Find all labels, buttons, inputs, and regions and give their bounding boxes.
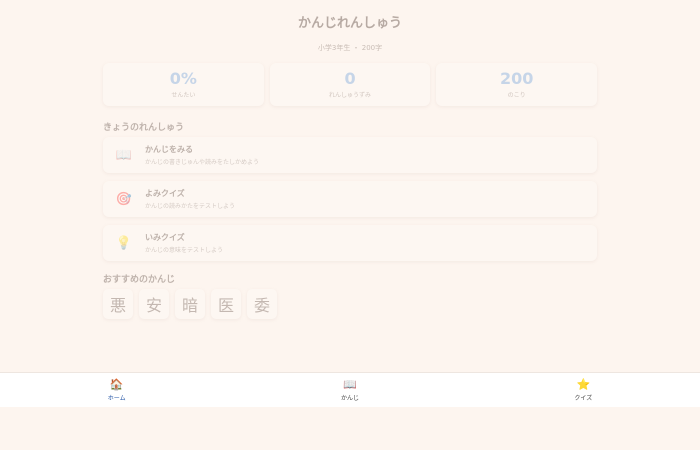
bottom-nav: 🏠 ホーム 📖 かんじ ⭐ クイズ	[0, 372, 700, 407]
stat-card-progress: 0% せんたい	[103, 63, 264, 106]
kanji-tile[interactable]: 医	[211, 289, 241, 319]
nav-label: かんじ	[340, 394, 359, 402]
kanji-tile[interactable]: 悪	[103, 289, 133, 319]
section-title-recommended: おすすめのかんじ	[103, 275, 176, 285]
menu-item-meaning-quiz[interactable]: 💡 いみクイズ かんじの意味をテストしよう	[103, 225, 597, 261]
practice-menu: 📖 かんじをみる かんじの書きじゅんや読みをたしかめよう 🎯 よみクイズ かんじ…	[103, 137, 597, 261]
stat-value: 200	[499, 69, 534, 88]
stat-card-practiced: 0 れんしゅうずみ	[269, 63, 431, 106]
nav-label: ホーム	[107, 394, 126, 402]
recommended-kanji-list: 悪 安 暗 医 委	[103, 289, 277, 319]
stat-label: れんしゅうずみ	[329, 92, 372, 99]
stats-row: 0% せんたい 0 れんしゅうずみ 200 のこり	[103, 63, 598, 106]
menu-item-desc: かんじの意味をテストしよう	[145, 247, 224, 254]
menu-item-title: かんじをみる	[145, 145, 193, 154]
section-title-practice: きょうのれんしゅう	[103, 123, 185, 133]
stat-value: 0	[344, 69, 356, 88]
nav-home[interactable]: 🏠 ホーム	[0, 373, 233, 407]
stat-value: 0%	[169, 69, 197, 88]
menu-item-desc: かんじの書きじゅんや読みをたしかめよう	[145, 159, 260, 166]
nav-quiz[interactable]: ⭐ クイズ	[467, 373, 700, 407]
menu-item-title: よみクイズ	[145, 189, 185, 198]
menu-item-desc: かんじの読みかたをテストしよう	[145, 203, 236, 210]
kanji-tile[interactable]: 委	[247, 289, 277, 319]
kanji-tile[interactable]: 暗	[175, 289, 205, 319]
house-icon: 🏠	[109, 377, 124, 391]
kanji-tile[interactable]: 安	[139, 289, 169, 319]
lightbulb-icon: 💡	[115, 235, 133, 251]
target-icon: 🎯	[115, 191, 133, 207]
stat-label: のこり	[507, 92, 526, 99]
menu-item-reading-quiz[interactable]: 🎯 よみクイズ かんじの読みかたをテストしよう	[103, 181, 597, 217]
star-icon: ⭐	[576, 377, 591, 391]
stat-label: せんたい	[171, 92, 196, 99]
menu-item-view-kanji[interactable]: 📖 かんじをみる かんじの書きじゅんや読みをたしかめよう	[103, 137, 597, 173]
book-icon: 📖	[343, 377, 357, 391]
page-title: かんじれんしゅう	[297, 16, 402, 31]
book-icon: 📖	[115, 147, 133, 163]
grade-subtitle: 小学3年生 ・ 200字	[317, 44, 383, 52]
menu-item-title: いみクイズ	[145, 233, 185, 242]
nav-label: クイズ	[574, 394, 593, 402]
nav-kanji[interactable]: 📖 かんじ	[233, 373, 466, 407]
stat-card-remaining: 200 のこり	[436, 63, 598, 106]
